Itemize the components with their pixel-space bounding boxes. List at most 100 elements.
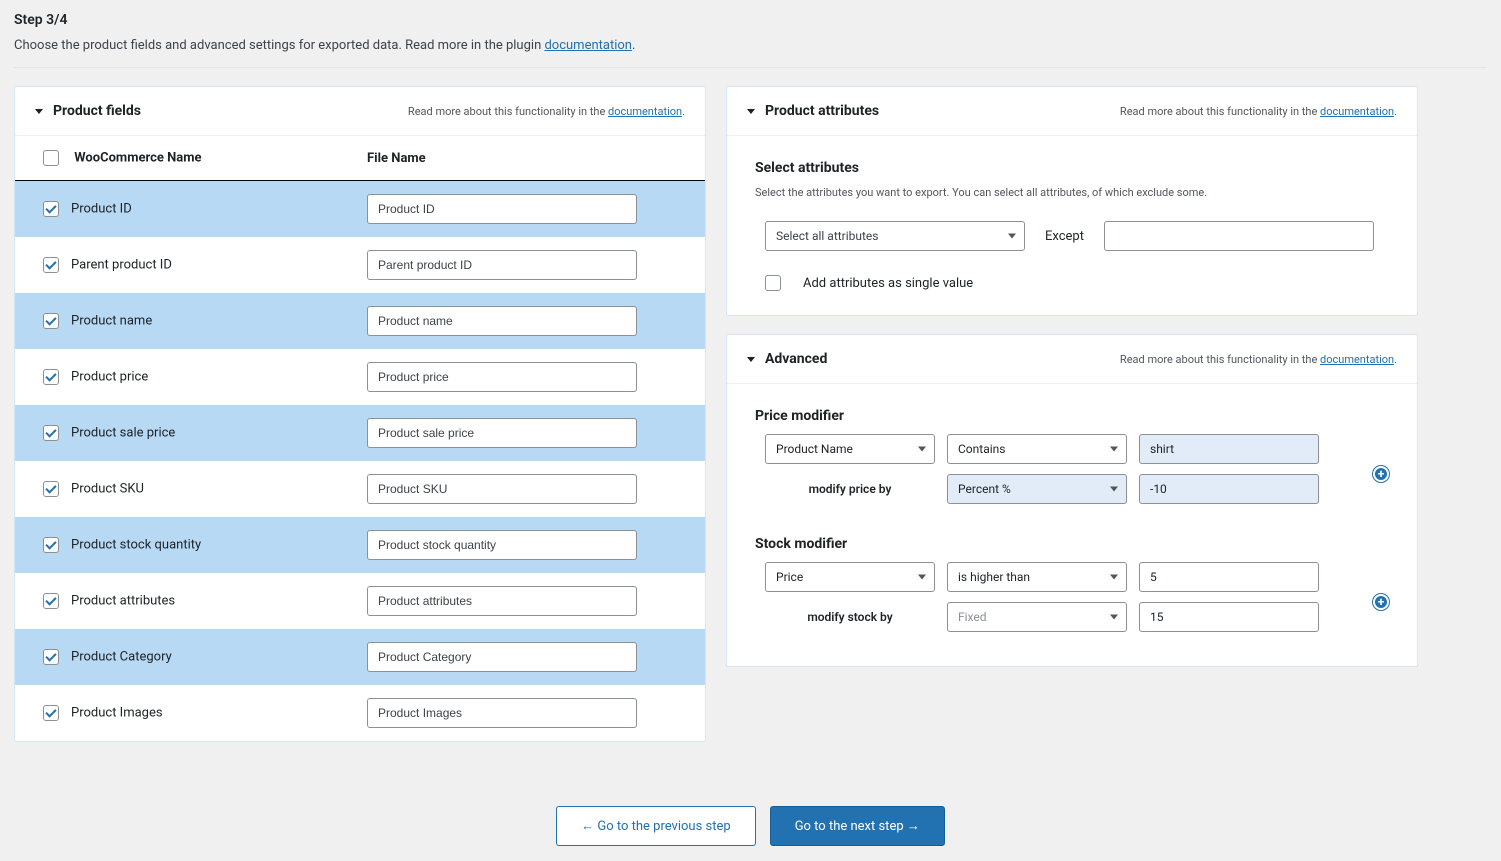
- doc-suffix: .: [1394, 105, 1397, 118]
- chevron-down-icon: [1110, 487, 1118, 492]
- field-checkbox[interactable]: [43, 257, 59, 273]
- advanced-doc: Read more about this functionality in th…: [1120, 353, 1397, 366]
- doc-link[interactable]: documentation: [608, 105, 682, 118]
- field-name: Product stock quantity: [71, 537, 201, 552]
- stock-field-select[interactable]: Price: [765, 562, 935, 592]
- product-fields-table: WooCommerce Name File Name Product IDPar…: [15, 136, 705, 741]
- field-checkbox[interactable]: [43, 425, 59, 441]
- table-row: Product price: [15, 349, 705, 405]
- field-name: Product sale price: [71, 425, 175, 440]
- field-checkbox[interactable]: [43, 593, 59, 609]
- chevron-down-icon: [1110, 615, 1118, 620]
- file-name-input[interactable]: [367, 698, 637, 728]
- stock-op-value: is higher than: [958, 570, 1030, 584]
- doc-prefix: Read more about this functionality in th…: [408, 105, 608, 118]
- field-name: Product ID: [71, 201, 132, 216]
- price-modify-label: modify price by: [765, 482, 935, 496]
- file-name-input[interactable]: [367, 474, 637, 504]
- price-modify-value-input[interactable]: -10: [1139, 474, 1319, 504]
- add-price-rule-button[interactable]: +: [1373, 466, 1389, 482]
- product-attributes-header[interactable]: Product attributes Read more about this …: [727, 87, 1417, 136]
- price-op-value: Contains: [958, 442, 1005, 456]
- single-value-checkbox[interactable]: [765, 275, 781, 291]
- step-subtitle: Choose the product fields and advanced s…: [14, 38, 1487, 53]
- stock-modify-type-select[interactable]: Fixed: [947, 602, 1127, 632]
- table-row: Parent product ID: [15, 237, 705, 293]
- step-subtitle-suffix: .: [632, 38, 635, 53]
- price-op-select[interactable]: Contains: [947, 434, 1127, 464]
- chevron-down-icon: [747, 357, 755, 362]
- table-row: Product ID: [15, 181, 705, 238]
- file-name-input[interactable]: [367, 194, 637, 224]
- field-checkbox[interactable]: [43, 369, 59, 385]
- table-row: Product Category: [15, 629, 705, 685]
- doc-link[interactable]: documentation: [544, 38, 632, 53]
- product-fields-title: Product fields: [53, 103, 408, 119]
- file-name-input[interactable]: [367, 362, 637, 392]
- field-checkbox[interactable]: [43, 537, 59, 553]
- price-field-select[interactable]: Product Name: [765, 434, 935, 464]
- table-row: Product Images: [15, 685, 705, 741]
- step-title: Step 3/4: [14, 12, 1487, 28]
- field-name: Product name: [71, 313, 152, 328]
- advanced-panel: Advanced Read more about this functional…: [726, 334, 1418, 667]
- field-name: Product Images: [71, 705, 163, 720]
- doc-prefix: Read more about this functionality in th…: [1120, 353, 1320, 366]
- except-input[interactable]: [1104, 221, 1374, 251]
- except-label: Except: [1045, 229, 1084, 244]
- chevron-down-icon: [1110, 447, 1118, 452]
- field-checkbox[interactable]: [43, 201, 59, 217]
- file-name-input[interactable]: [367, 586, 637, 616]
- single-value-label: Add attributes as single value: [803, 276, 973, 291]
- field-name: Product SKU: [71, 481, 144, 496]
- field-name: Product Category: [71, 649, 172, 664]
- stock-modify-value-input[interactable]: 15: [1139, 602, 1319, 632]
- product-attributes-doc: Read more about this functionality in th…: [1120, 105, 1397, 118]
- price-value-input[interactable]: shirt: [1139, 434, 1319, 464]
- chevron-down-icon: [1110, 575, 1118, 580]
- price-modify-type-select[interactable]: Percent %: [947, 474, 1127, 504]
- doc-suffix: .: [682, 105, 685, 118]
- table-row: Product stock quantity: [15, 517, 705, 573]
- product-fields-header[interactable]: Product fields Read more about this func…: [15, 87, 705, 136]
- table-row: Product sale price: [15, 405, 705, 461]
- price-modify-type-value: Percent %: [958, 482, 1011, 496]
- stock-modify-label: modify stock by: [765, 610, 935, 624]
- price-modifier-title: Price modifier: [755, 408, 1389, 424]
- file-name-input[interactable]: [367, 530, 637, 560]
- chevron-down-icon: [918, 575, 926, 580]
- doc-suffix: .: [1394, 353, 1397, 366]
- file-name-input[interactable]: [367, 306, 637, 336]
- select-attributes-dropdown[interactable]: Select all attributes: [765, 221, 1025, 251]
- stock-value-input[interactable]: 5: [1139, 562, 1319, 592]
- advanced-header[interactable]: Advanced Read more about this functional…: [727, 335, 1417, 384]
- add-stock-rule-button[interactable]: +: [1373, 594, 1389, 610]
- field-checkbox[interactable]: [43, 705, 59, 721]
- doc-prefix: Read more about this functionality in th…: [1120, 105, 1320, 118]
- chevron-down-icon: [918, 447, 926, 452]
- file-name-input[interactable]: [367, 418, 637, 448]
- field-name: Product attributes: [71, 593, 175, 608]
- product-attributes-title: Product attributes: [765, 103, 1120, 119]
- chevron-down-icon: [35, 109, 43, 114]
- select-attributes-title: Select attributes: [755, 160, 1389, 176]
- field-checkbox[interactable]: [43, 649, 59, 665]
- file-name-input[interactable]: [367, 250, 637, 280]
- stock-op-select[interactable]: is higher than: [947, 562, 1127, 592]
- table-row: Product SKU: [15, 461, 705, 517]
- file-name-input[interactable]: [367, 642, 637, 672]
- prev-step-button[interactable]: ← Go to the previous step: [556, 806, 756, 846]
- advanced-title: Advanced: [765, 351, 1120, 367]
- doc-link[interactable]: documentation: [1320, 353, 1394, 366]
- field-name: Parent product ID: [71, 257, 172, 272]
- select-all-checkbox[interactable]: [43, 150, 59, 166]
- product-fields-doc: Read more about this functionality in th…: [408, 105, 685, 118]
- field-checkbox[interactable]: [43, 313, 59, 329]
- chevron-down-icon: [1008, 234, 1016, 239]
- doc-link[interactable]: documentation: [1320, 105, 1394, 118]
- select-attributes-desc: Select the attributes you want to export…: [755, 186, 1389, 199]
- step-subtitle-prefix: Choose the product fields and advanced s…: [14, 38, 544, 53]
- field-checkbox[interactable]: [43, 481, 59, 497]
- next-step-button[interactable]: Go to the next step →: [770, 806, 945, 846]
- separator: [14, 67, 1487, 68]
